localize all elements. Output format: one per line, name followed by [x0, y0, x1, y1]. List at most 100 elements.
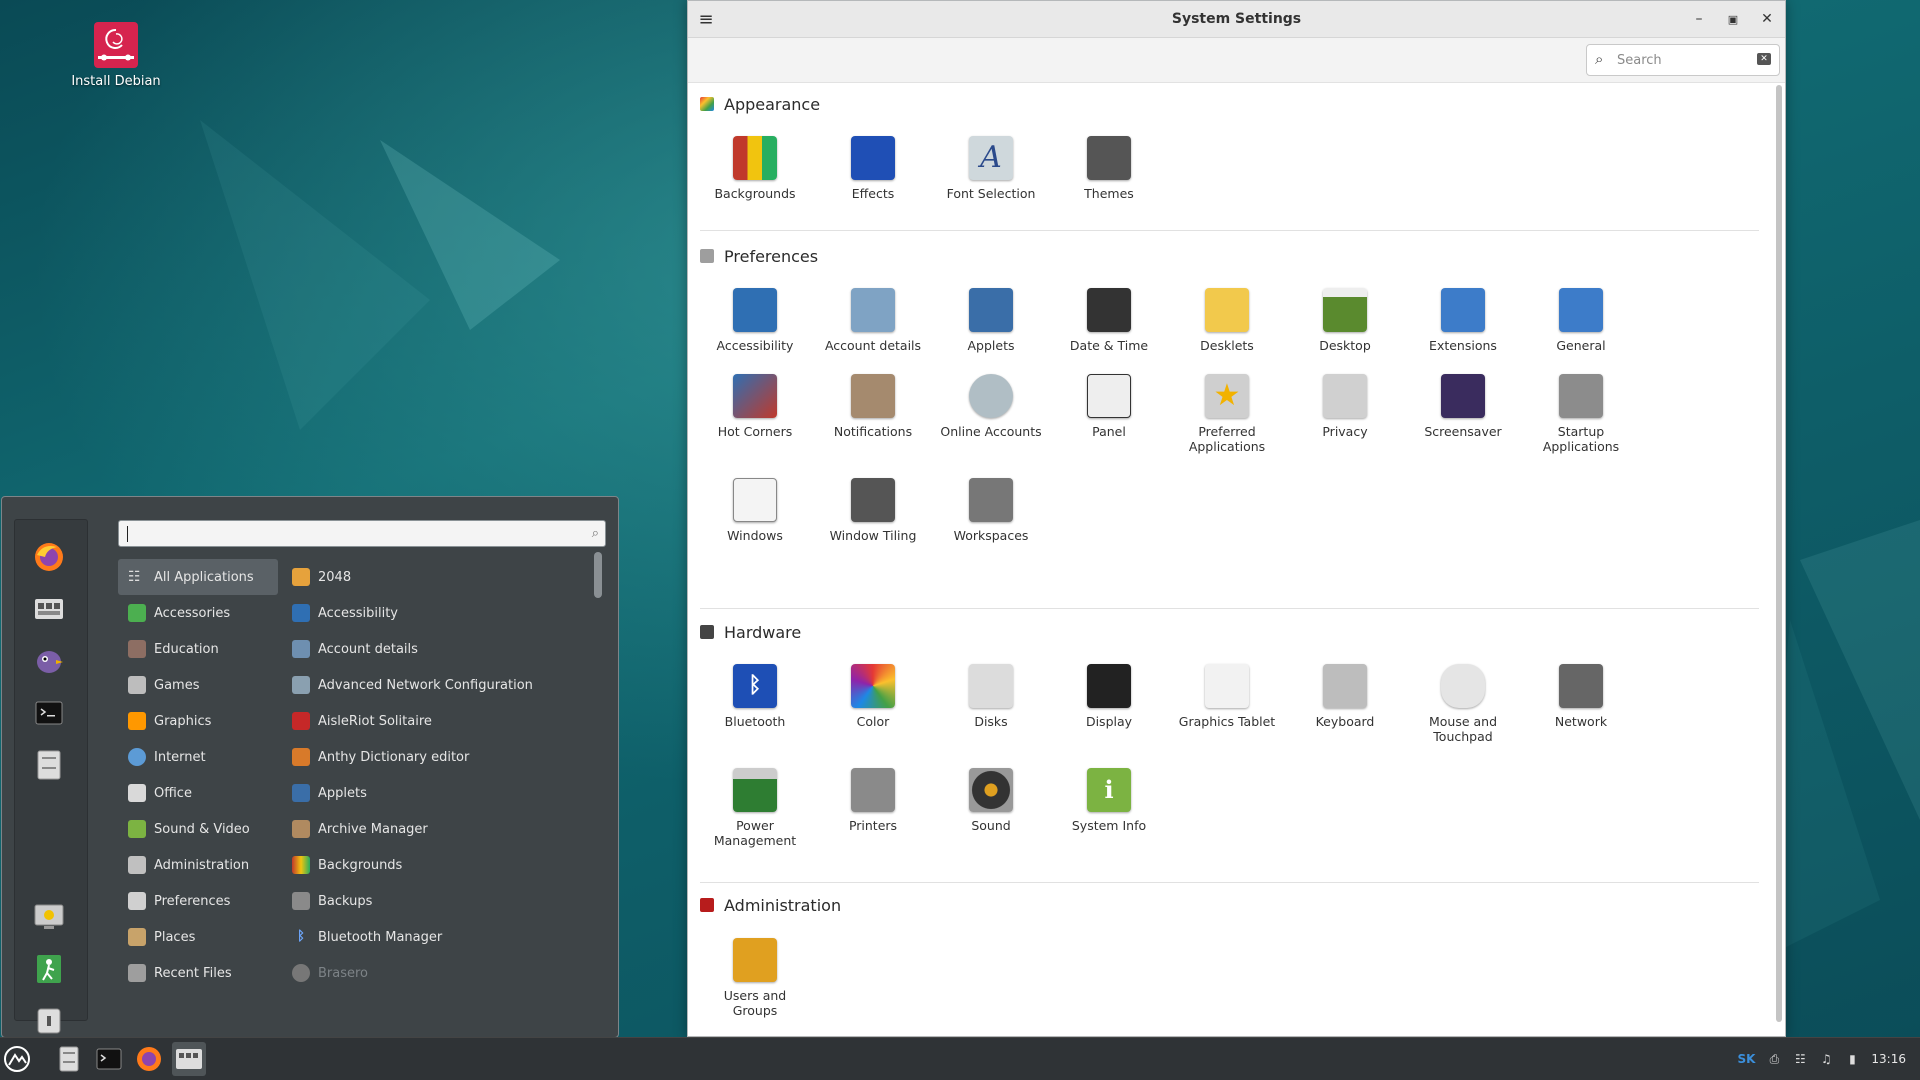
- tile-keyboard[interactable]: Keyboard: [1290, 664, 1400, 729]
- app-bluetooth-manager[interactable]: ᛒ Bluetooth Manager: [286, 919, 586, 955]
- tile-network[interactable]: Network: [1526, 664, 1636, 729]
- window-icon: [733, 478, 777, 522]
- app-advanced-network-configuration[interactable]: Advanced Network Configuration: [286, 667, 586, 703]
- tile-themes[interactable]: Themes: [1054, 136, 1164, 201]
- keyboard-layout-indicator[interactable]: SK: [1737, 1052, 1755, 1066]
- tile-bluetooth[interactable]: ᛒ Bluetooth: [700, 664, 810, 729]
- tile-disks[interactable]: Disks: [936, 664, 1046, 729]
- clock[interactable]: 13:16: [1871, 1052, 1906, 1066]
- tile-backgrounds[interactable]: Backgrounds: [700, 136, 810, 201]
- terminal-favorite[interactable]: [32, 696, 66, 730]
- close-button[interactable]: ✕: [1757, 9, 1777, 29]
- app-2048[interactable]: 2048: [286, 559, 586, 595]
- tile-windows[interactable]: Windows: [700, 478, 810, 543]
- tile-color[interactable]: Color: [818, 664, 928, 729]
- taskbar-system-settings[interactable]: [172, 1042, 206, 1076]
- settings-search-input[interactable]: ⌕ Search ✕: [1586, 44, 1780, 76]
- tile-privacy[interactable]: Privacy: [1290, 374, 1400, 439]
- logout-button[interactable]: [32, 952, 66, 986]
- system-settings-favorite[interactable]: [32, 592, 66, 626]
- firefox-favorite[interactable]: [32, 540, 66, 574]
- appearance-icon: [700, 97, 714, 111]
- app-anthy-dictionary-editor[interactable]: Anthy Dictionary editor: [286, 739, 586, 775]
- pidgin-favorite[interactable]: [32, 644, 66, 678]
- category-accessories[interactable]: Accessories: [118, 595, 278, 631]
- clear-search-icon[interactable]: ✕: [1757, 53, 1771, 65]
- window-titlebar[interactable]: ≡ System Settings – ▣ ✕: [688, 1, 1785, 38]
- tile-applets[interactable]: Applets: [936, 288, 1046, 353]
- tile-system-info[interactable]: i System Info: [1054, 768, 1164, 833]
- tile-startup-applications[interactable]: Startup Applications: [1526, 374, 1636, 454]
- dictionary-icon: [292, 748, 310, 766]
- app-archive-manager[interactable]: Archive Manager: [286, 811, 586, 847]
- tile-account-details[interactable]: Account details: [818, 288, 928, 353]
- tile-display[interactable]: Display: [1054, 664, 1164, 729]
- tile-panel[interactable]: Panel: [1054, 374, 1164, 439]
- tile-preferred-applications[interactable]: ★ Preferred Applications: [1172, 374, 1282, 454]
- tile-workspaces[interactable]: Workspaces: [936, 478, 1046, 543]
- settings-scrollbar[interactable]: [1776, 85, 1782, 1022]
- tile-screensaver[interactable]: Screensaver: [1408, 374, 1518, 439]
- tile-printers[interactable]: Printers: [818, 768, 928, 833]
- tile-notifications[interactable]: Notifications: [818, 374, 928, 439]
- tile-graphics-tablet[interactable]: Graphics Tablet: [1172, 664, 1282, 729]
- menu-button[interactable]: [0, 1042, 34, 1076]
- category-internet[interactable]: Internet: [118, 739, 278, 775]
- app-applets[interactable]: Applets: [286, 775, 586, 811]
- battery-icon[interactable]: ▮: [1845, 1052, 1859, 1066]
- category-administration[interactable]: Administration: [118, 847, 278, 883]
- tile-date-time[interactable]: Date & Time: [1054, 288, 1164, 353]
- menu-scrollbar-thumb[interactable]: [594, 552, 602, 598]
- tile-desklets[interactable]: Desklets: [1172, 288, 1282, 353]
- app-backgrounds[interactable]: Backgrounds: [286, 847, 586, 883]
- menu-search-input[interactable]: ⌕: [118, 520, 606, 547]
- category-office[interactable]: Office: [118, 775, 278, 811]
- category-games[interactable]: Games: [118, 667, 278, 703]
- mouse-icon: [1441, 664, 1485, 708]
- minimize-button[interactable]: –: [1689, 9, 1709, 29]
- files-favorite[interactable]: [32, 748, 66, 782]
- maximize-button[interactable]: ▣: [1723, 9, 1743, 29]
- category-recent-files[interactable]: Recent Files: [118, 955, 278, 991]
- tile-desktop[interactable]: Desktop: [1290, 288, 1400, 353]
- app-aisleriot-solitaire[interactable]: AisleRiot Solitaire: [286, 703, 586, 739]
- taskbar-terminal[interactable]: [92, 1042, 126, 1076]
- category-all-applications[interactable]: ☷ All Applications: [118, 559, 278, 595]
- category-sound-video[interactable]: Sound & Video: [118, 811, 278, 847]
- tile-window-tiling[interactable]: Window Tiling: [818, 478, 928, 543]
- tile-accessibility[interactable]: Accessibility: [700, 288, 810, 353]
- network-icon: [1559, 664, 1603, 708]
- printer-icon[interactable]: ⎙: [1767, 1052, 1781, 1066]
- network-icon[interactable]: ☷: [1793, 1052, 1807, 1066]
- install-debian-shortcut[interactable]: Install Debian: [66, 22, 166, 89]
- app-backups[interactable]: Backups: [286, 883, 586, 919]
- category-graphics[interactable]: Graphics: [118, 703, 278, 739]
- tile-extensions[interactable]: Extensions: [1408, 288, 1518, 353]
- menu-scrollbar[interactable]: [594, 552, 602, 1012]
- category-preferences[interactable]: Preferences: [118, 883, 278, 919]
- tile-hot-corners[interactable]: Hot Corners: [700, 374, 810, 439]
- tile-online-accounts[interactable]: Online Accounts: [936, 374, 1046, 439]
- taskbar-files[interactable]: [52, 1042, 86, 1076]
- app-account-details[interactable]: Account details: [286, 631, 586, 667]
- tile-font-selection[interactable]: A Font Selection: [936, 136, 1046, 201]
- tile-general[interactable]: General: [1526, 288, 1636, 353]
- taskbar-firefox[interactable]: [132, 1042, 166, 1076]
- category-education[interactable]: Education: [118, 631, 278, 667]
- shutdown-button[interactable]: [32, 1004, 66, 1038]
- tile-mouse-touchpad[interactable]: Mouse and Touchpad: [1408, 664, 1518, 744]
- app-accessibility[interactable]: Accessibility: [286, 595, 586, 631]
- lock-screen-button[interactable]: [32, 900, 66, 934]
- system-settings-window: ≡ System Settings – ▣ ✕ ⌕ Search ✕ Appea…: [687, 0, 1786, 1037]
- volume-icon[interactable]: ♫: [1819, 1052, 1833, 1066]
- tile-power-management[interactable]: Power Management: [700, 768, 810, 848]
- app-brasero[interactable]: Brasero: [286, 955, 586, 991]
- tile-effects[interactable]: Effects: [818, 136, 928, 201]
- tile-users-groups[interactable]: Users and Groups: [700, 938, 810, 1018]
- logout-icon: [37, 955, 61, 983]
- tile-sound[interactable]: Sound: [936, 768, 1046, 833]
- effects-icon: [851, 136, 895, 180]
- graphics-icon: [128, 712, 146, 730]
- category-places[interactable]: Places: [118, 919, 278, 955]
- administration-section: Administration: [700, 893, 1759, 917]
